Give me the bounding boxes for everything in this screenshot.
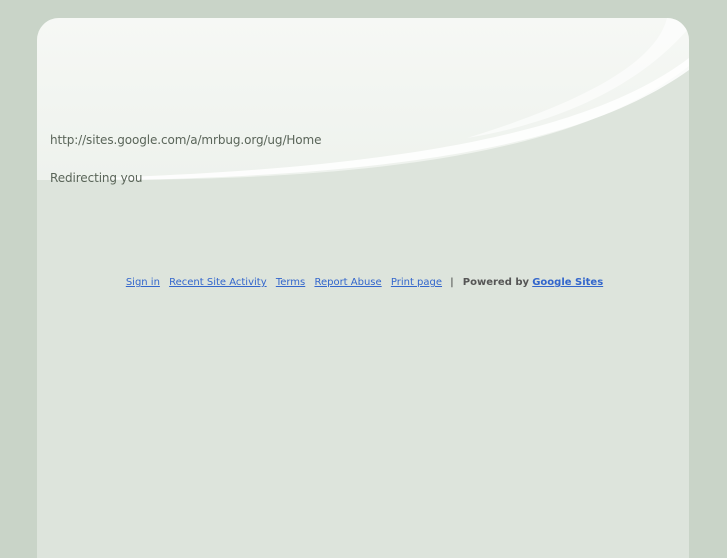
recent-site-activity-link[interactable]: Recent Site Activity (169, 277, 267, 288)
footer: Sign in Recent Site Activity Terms Repor… (37, 277, 689, 288)
print-page-link[interactable]: Print page (391, 277, 442, 288)
powered-by-label: Powered by (462, 277, 530, 288)
footer-separator: | (450, 277, 454, 288)
redirect-url-text: http://sites.google.com/a/mrbug.org/ug/H… (50, 133, 322, 147)
terms-link[interactable]: Terms (276, 277, 305, 288)
page-panel: http://sites.google.com/a/mrbug.org/ug/H… (37, 18, 689, 558)
report-abuse-link[interactable]: Report Abuse (314, 277, 381, 288)
sign-in-link[interactable]: Sign in (126, 277, 160, 288)
google-sites-link[interactable]: Google Sites (532, 277, 603, 288)
header-swoosh-decoration (37, 18, 689, 180)
redirect-status-text: Redirecting you (50, 171, 143, 185)
